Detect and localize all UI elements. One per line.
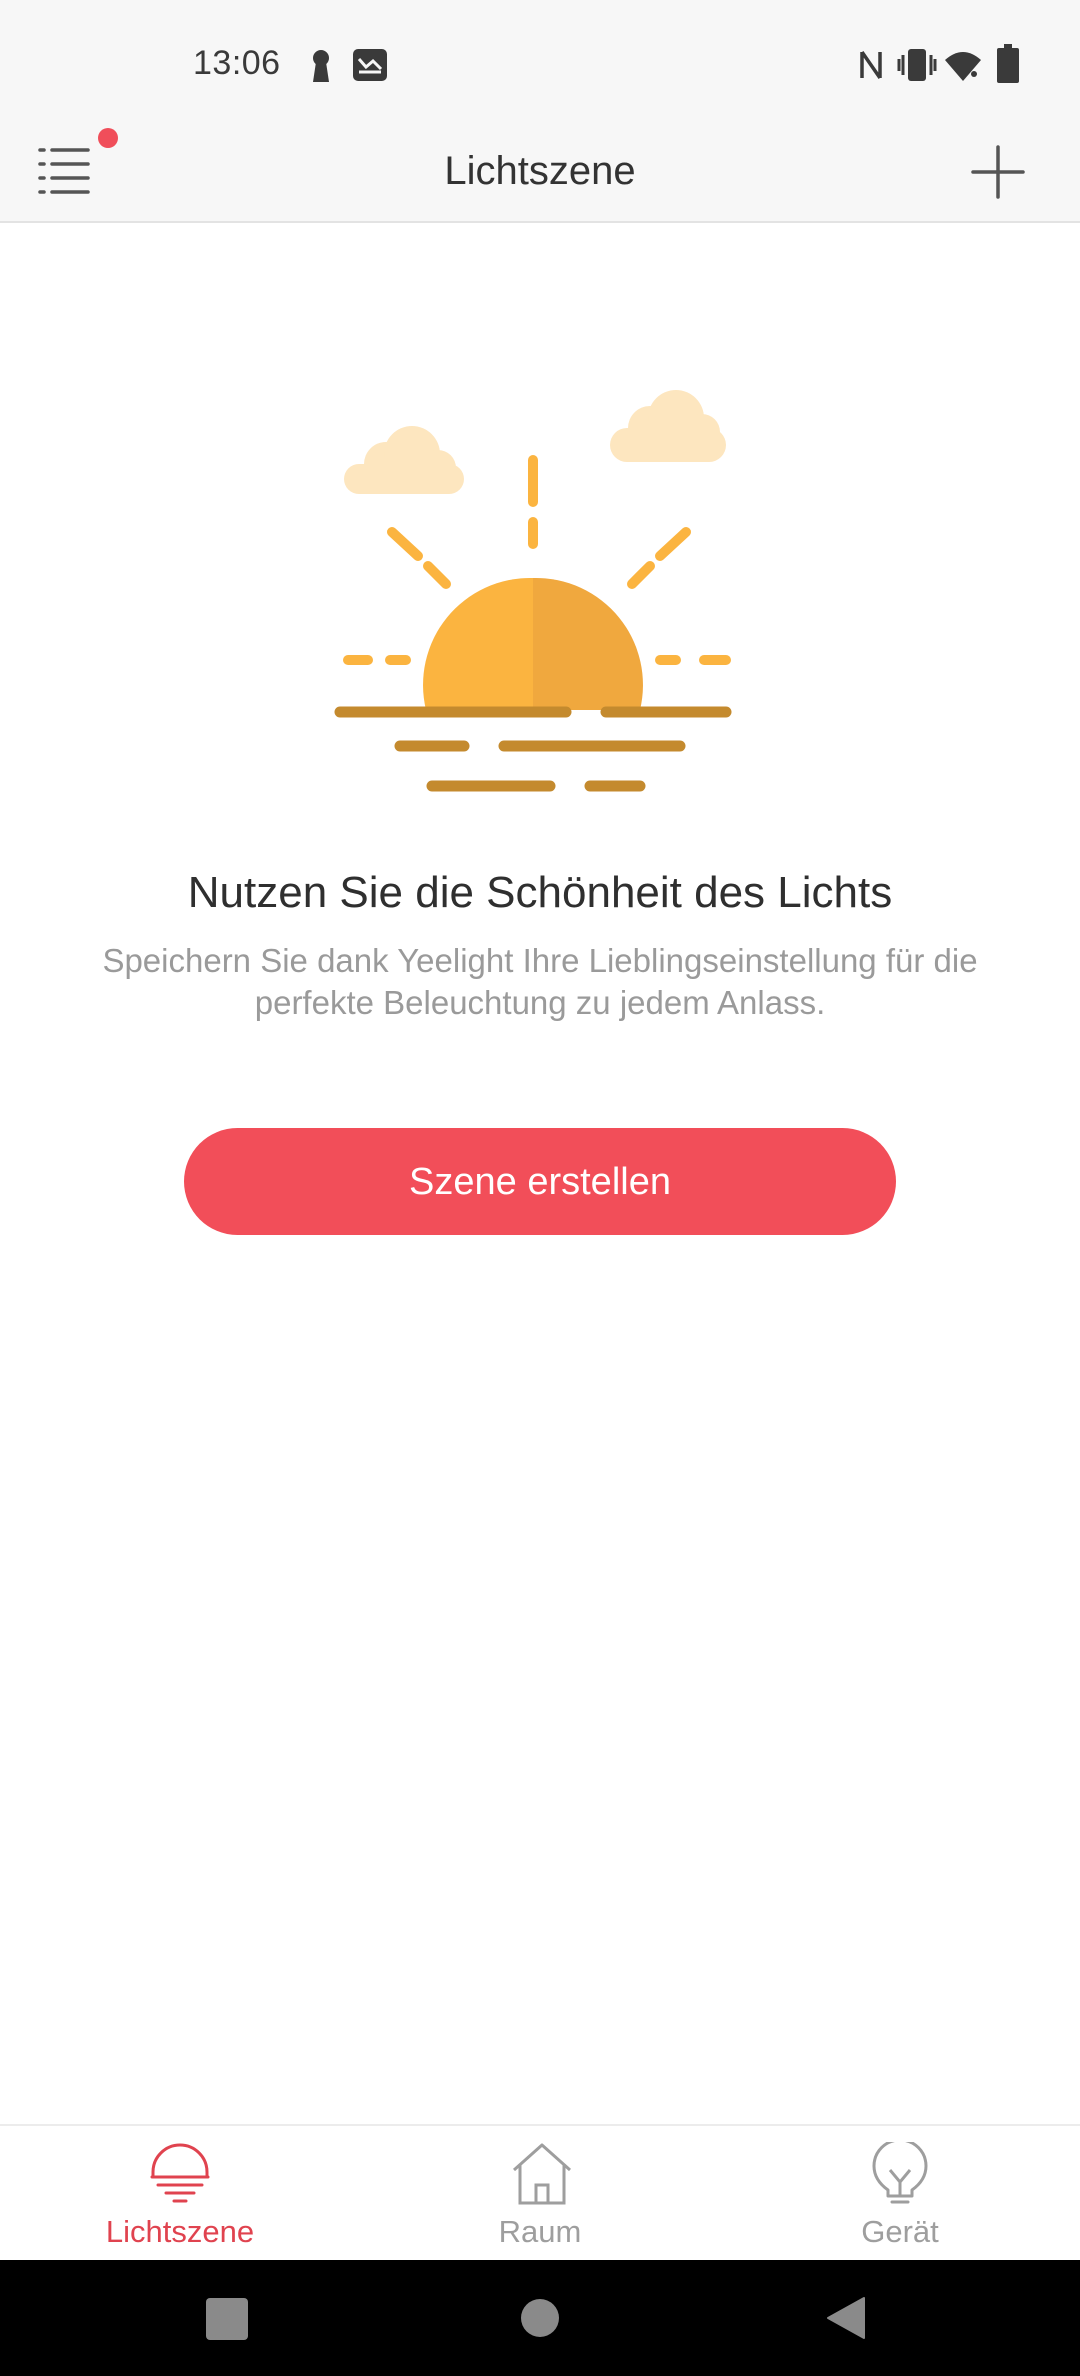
status-bar: 13:06 [0,0,1080,120]
tab-geraet[interactable]: Gerät [720,2126,1080,2262]
tab-label: Raum [498,2214,582,2249]
home-icon[interactable] [520,2298,560,2338]
page-title: Lichtszene [444,149,636,193]
sunset-icon [150,2143,210,2203]
plus-icon [971,145,1025,199]
notification-dot [98,128,118,148]
sunset-illustration [334,390,732,792]
create-scene-button[interactable]: Szene erstellen [184,1128,896,1235]
house-icon [513,2143,571,2205]
keyhole-icon [313,50,329,82]
nfc-icon [860,51,882,79]
wifi-icon [945,52,981,81]
bottom-nav: Lichtszene Raum Gerät [0,2124,1080,2260]
mail-icon [353,49,387,81]
cloud-icon [344,426,464,494]
vibrate-icon [897,49,937,81]
cloud-icon [610,390,726,462]
empty-state-description: Speichern Sie dank Yeelight Ihre Lieblin… [102,942,978,1021]
tab-label: Gerät [861,2214,939,2249]
battery-icon [997,44,1019,83]
app-header: Lichtszene [0,120,1080,223]
recents-icon[interactable] [206,2298,248,2340]
tab-raum[interactable]: Raum [360,2126,720,2262]
empty-state-headline: Nutzen Sie die Schönheit des Lichts [187,868,893,917]
tab-label: Lichtszene [105,2214,255,2249]
back-icon[interactable] [826,2296,866,2340]
add-scene-button[interactable] [950,126,1046,216]
status-time: 13:06 [193,44,281,82]
system-nav-bar [0,2260,1080,2376]
bulb-icon [872,2142,928,2204]
tab-lichtszene[interactable]: Lichtszene [0,2126,360,2262]
